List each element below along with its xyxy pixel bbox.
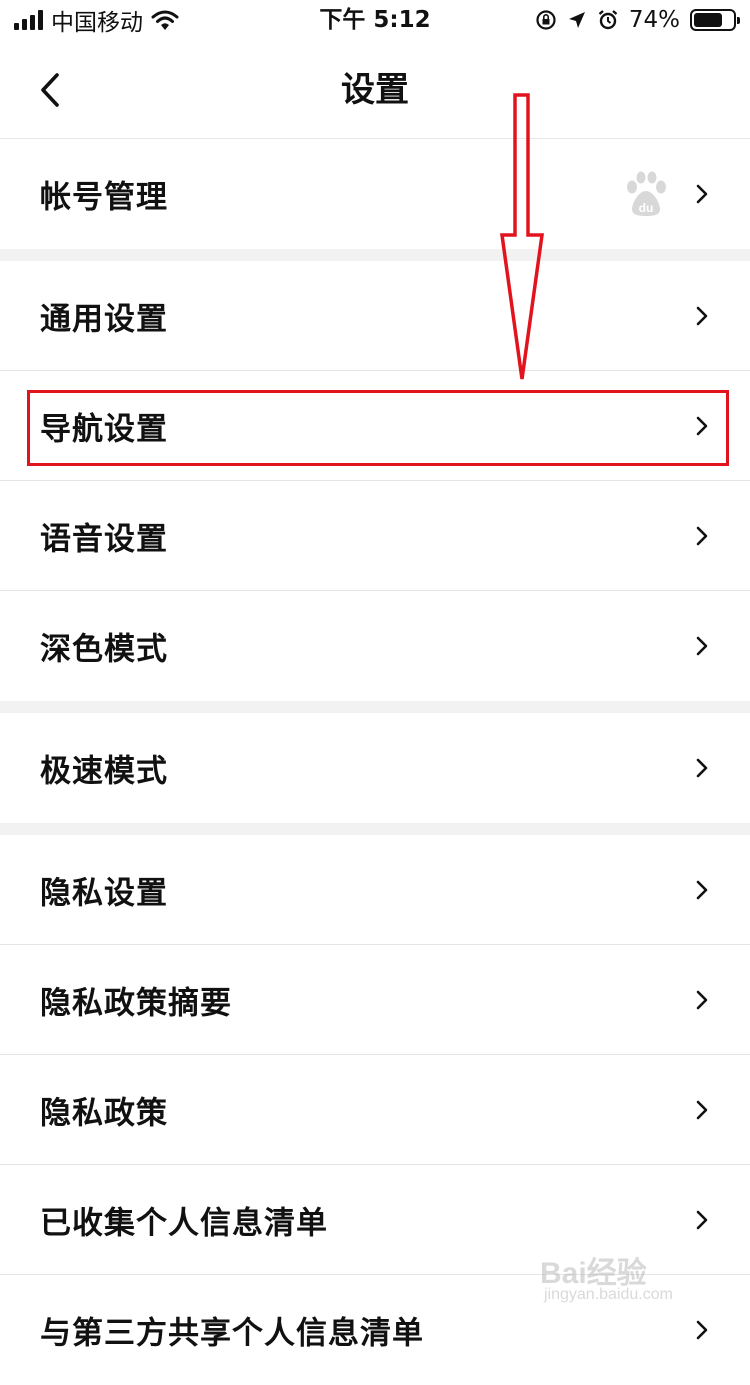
status-right: 74% (535, 6, 740, 34)
settings-item-label: 隐私设置 (40, 875, 168, 912)
alarm-icon (598, 10, 618, 30)
chevron-right-icon (696, 1100, 708, 1120)
chevron-right-icon (696, 1320, 708, 1340)
settings-item-privacy-policy[interactable]: 隐私政策 (0, 1055, 750, 1165)
battery-fill (694, 13, 722, 27)
chevron-right-icon (696, 1210, 708, 1230)
settings-item-label: 极速模式 (40, 753, 168, 790)
settings-item-label: 语音设置 (40, 521, 168, 558)
nav-bar: 设置 (0, 40, 750, 139)
settings-item-voice[interactable]: 语音设置 (0, 481, 750, 591)
settings-item-label: 深色模式 (40, 631, 168, 668)
settings-item-third-party-sharing-list[interactable]: 与第三方共享个人信息清单 (0, 1275, 750, 1385)
settings-item-label: 帐号管理 (40, 179, 168, 216)
settings-item-label: 与第三方共享个人信息清单 (40, 1315, 424, 1352)
chevron-right-icon (696, 990, 708, 1010)
settings-item-speed-mode[interactable]: 极速模式 (0, 713, 750, 823)
settings-item-label: 已收集个人信息清单 (40, 1205, 328, 1242)
settings-item-label: 隐私政策摘要 (40, 985, 232, 1022)
settings-item-account[interactable]: 帐号管理 du (0, 139, 750, 249)
settings-item-privacy[interactable]: 隐私设置 (0, 835, 750, 945)
settings-item-navigation[interactable]: 导航设置 (0, 371, 750, 481)
settings-item-collected-info-list[interactable]: 已收集个人信息清单 (0, 1165, 750, 1275)
chevron-right-icon (696, 880, 708, 900)
settings-item-label: 隐私政策 (40, 1095, 168, 1132)
chevron-right-icon (696, 306, 708, 326)
baidu-paw-icon: du (627, 171, 666, 216)
page-title: 设置 (341, 70, 409, 110)
settings-item-dark-mode[interactable]: 深色模式 (0, 591, 750, 701)
svg-text:du: du (639, 201, 654, 215)
battery-percent: 74% (628, 7, 680, 33)
chevron-right-icon (696, 636, 708, 656)
battery-icon (690, 9, 740, 31)
settings-item-label: 通用设置 (40, 301, 168, 338)
location-arrow-icon (568, 12, 585, 28)
chevron-right-icon (696, 758, 708, 778)
status-bar: 中国移动 下午 5:12 74% (0, 0, 750, 40)
settings-item-label: 导航设置 (40, 411, 168, 448)
chevron-right-icon (696, 184, 708, 204)
orientation-lock-icon (536, 10, 556, 30)
settings-item-privacy-summary[interactable]: 隐私政策摘要 (0, 945, 750, 1055)
chevron-right-icon (696, 526, 708, 546)
settings-item-general[interactable]: 通用设置 (0, 261, 750, 371)
chevron-right-icon (696, 416, 708, 436)
